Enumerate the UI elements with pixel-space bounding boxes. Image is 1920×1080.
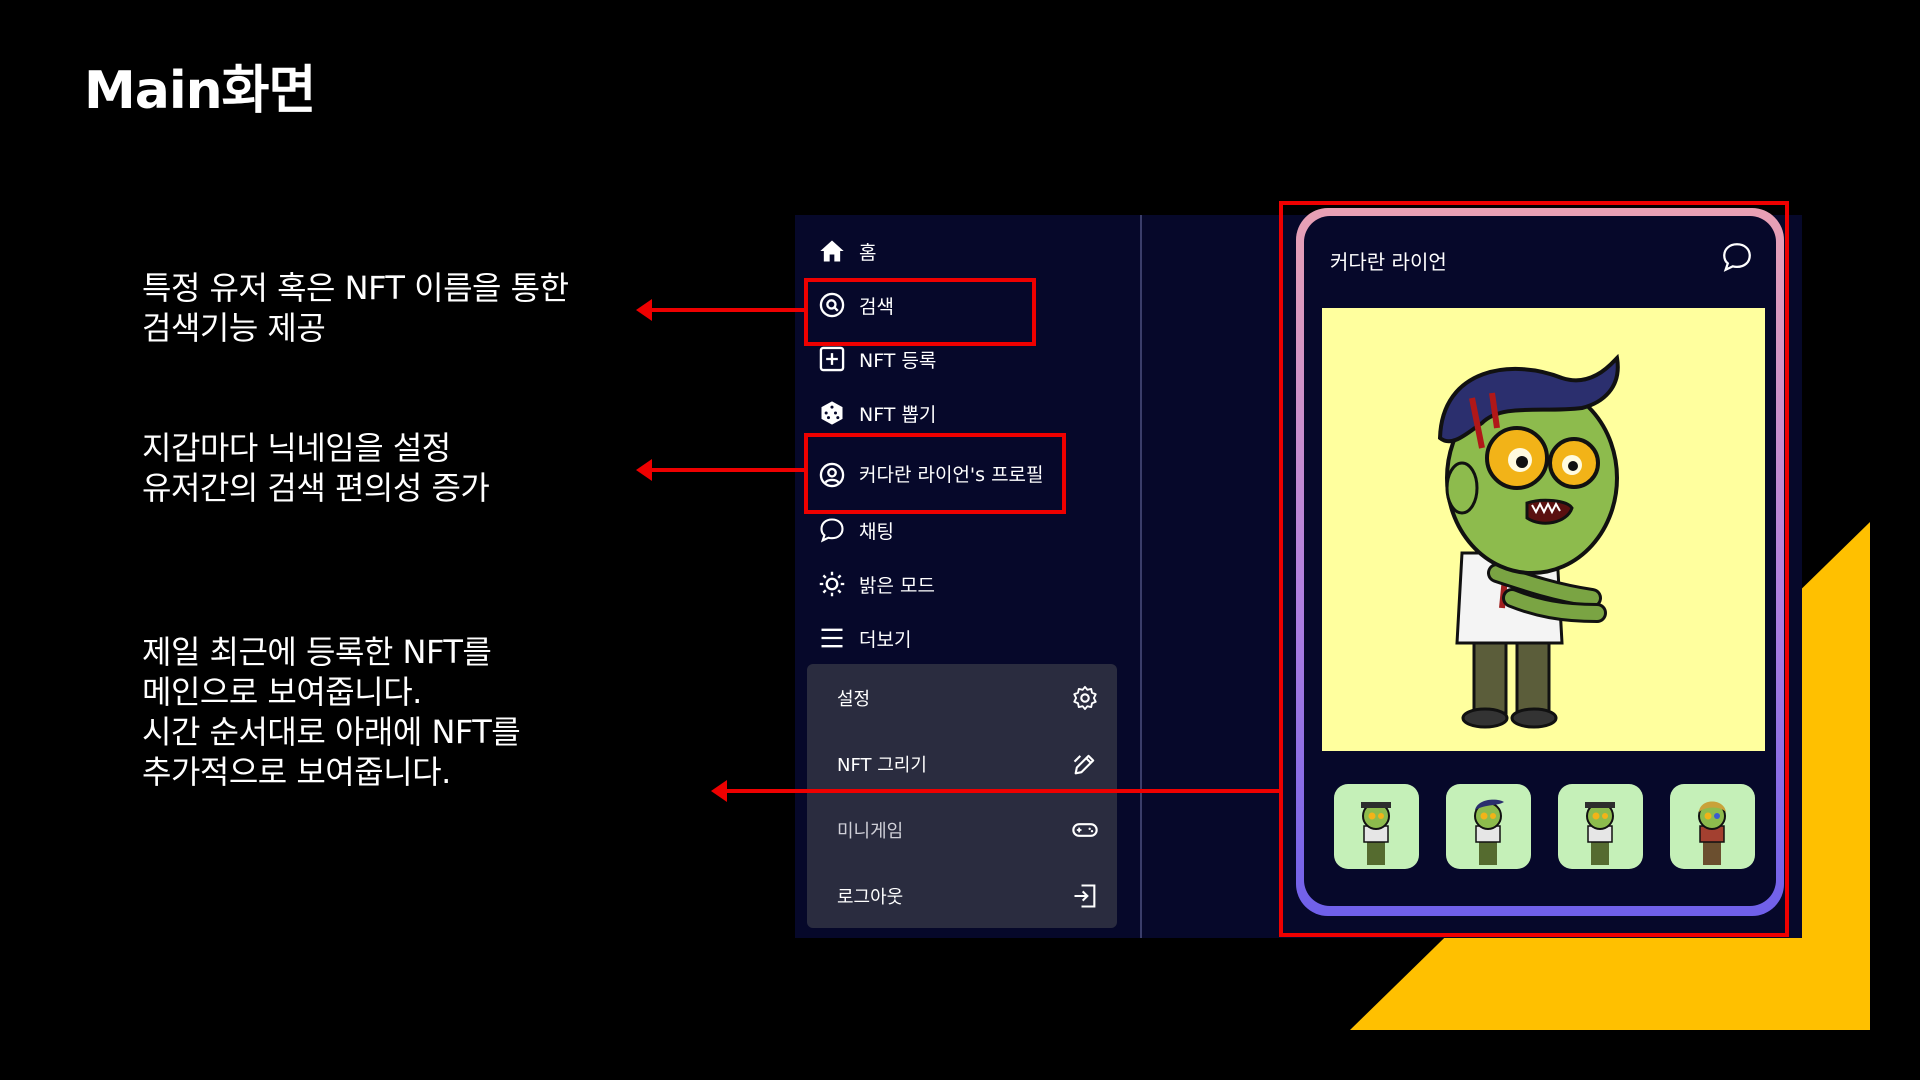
more-item-label: 미니게임 [837,821,904,842]
sidebar-item-label: NFT 등록 [859,349,937,372]
more-item-minigame[interactable]: 미니게임 [837,810,1099,850]
highlight-search [804,278,1036,346]
more-item-settings[interactable]: 설정 [837,678,1099,718]
slide-title: Main화면 [84,61,316,121]
chat-icon [817,515,847,545]
annotation-nickname: 지갑마다 닉네임을 설정 유저간의 검색 편의성 증가 [142,429,490,507]
sidebar-item-light-mode[interactable]: 밝은 모드 [817,567,935,601]
sidebar-item-label: 채팅 [859,520,894,543]
arrow-search [636,299,806,321]
sidebar-item-label: NFT 뽑기 [859,403,937,426]
more-item-label: NFT 그리기 [837,755,927,776]
highlight-card [1279,201,1789,937]
sidebar-item-nft-register[interactable]: NFT 등록 [817,342,936,376]
more-item-nft-draw[interactable]: NFT 그리기 [837,744,1099,784]
pen-icon [1073,754,1095,775]
sidebar-item-label: 더보기 [859,628,912,651]
annotation-recent-nft: 제일 최근에 등록한 NFT를 메인으로 보여줍니다. 시간 순서대로 아래에 … [142,633,521,791]
gamepad-icon [1072,823,1098,837]
menu-icon [817,623,847,653]
home-icon [817,236,847,266]
more-menu: 설정 NFT 그리기 미니게임 로그아웃 [807,664,1117,928]
arrow-card [711,780,1281,802]
sidebar-item-nft-draw[interactable]: NFT 뽑기 [817,396,936,430]
logout-icon [1074,884,1096,908]
more-item-logout[interactable]: 로그아웃 [837,876,1099,916]
sidebar-item-home[interactable]: 홈 [817,234,876,268]
sidebar-item-more[interactable]: 더보기 [817,621,911,655]
arrow-profile [636,459,806,481]
plus-square-icon [817,344,847,374]
sidebar-item-label: 밝은 모드 [859,574,935,597]
highlight-profile [804,433,1066,514]
sun-icon [817,569,847,599]
gear-icon [1073,685,1097,711]
more-item-label: 설정 [837,689,871,710]
dice-icon [817,398,847,428]
sidebar-item-label: 홈 [859,241,877,264]
sidebar-item-chat[interactable]: 채팅 [817,513,894,547]
annotation-search: 특정 유저 혹은 NFT 이름을 통한 검색기능 제공 [142,269,569,347]
more-item-label: 로그아웃 [837,887,904,908]
